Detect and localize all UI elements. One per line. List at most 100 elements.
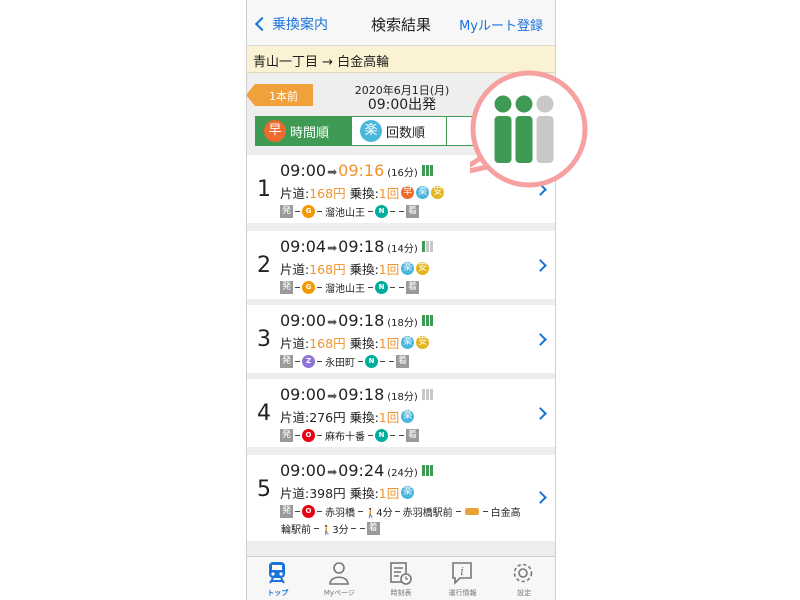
path-connector <box>317 211 322 212</box>
path-connector <box>368 211 373 212</box>
crowding-person-mark <box>425 389 429 400</box>
arrival-time: 09:18 <box>338 385 385 404</box>
result-row[interactable]: 5 09:00➡09:24 (24分) 片道: 398円 乗換: 1回楽発 O 赤羽橋 🚶4分 赤羽… <box>247 455 555 541</box>
transfer-count: 1回 <box>378 262 400 277</box>
cheap-badge-icon: 安 <box>431 186 445 199</box>
line-symbol-icon: N <box>375 205 388 218</box>
crowding-icon <box>421 465 434 476</box>
cheap-badge-icon: 安 <box>416 336 430 349</box>
arrow-right-icon: ➡ <box>327 165 338 179</box>
line-symbol-icon: N <box>375 281 388 294</box>
trip-duration: (18分) <box>387 392 418 403</box>
previous-train-button[interactable]: 1本前 <box>247 84 313 106</box>
easy-badge-icon: 楽 <box>401 410 415 423</box>
myroute-register-button[interactable]: Myルート登録 <box>459 15 543 34</box>
trip-duration: (14分) <box>387 244 418 255</box>
tab-sort-by-time-label: 時間順 <box>290 125 330 141</box>
tabbar-item-service-info[interactable]: i 運行情報 <box>432 557 494 600</box>
path-connector <box>358 511 363 512</box>
crowding-person-mark <box>421 389 425 400</box>
crowding-level-icon <box>494 95 554 163</box>
result-number: 2 <box>257 253 271 278</box>
crowding-icon <box>421 165 434 176</box>
arrival-time: 09:24 <box>338 461 385 480</box>
arrow-right-icon: ➡ <box>327 389 338 403</box>
result-row[interactable]: 2 09:04➡09:18 (14分) 片道: 168円 乗換: 1回楽安発 G 溜池山王 N 着 <box>247 231 555 299</box>
fare-label: 片道: <box>280 486 310 501</box>
trip-duration: (24分) <box>387 468 418 479</box>
path-connector <box>295 287 300 288</box>
crowding-person-mark <box>421 315 425 326</box>
crowding-person-mark <box>421 241 425 252</box>
arrow-right-icon: ➡ <box>327 465 338 479</box>
tabbar-item-label: 設定 <box>517 589 532 597</box>
fare-value: 168円 <box>309 186 346 201</box>
route-path: 発 O 麻布十番 N 着 <box>280 428 419 443</box>
chevron-right-icon <box>534 259 547 272</box>
easy-badge-icon: 楽 <box>416 186 430 199</box>
path-connector <box>390 211 395 212</box>
crowding-icon <box>421 241 434 252</box>
crowding-person-mark <box>429 241 433 252</box>
result-row[interactable]: 3 09:00➡09:18 (18分) 片道: 168円 乗換: 1回楽安発 Z 永田町 N 着 <box>247 305 555 373</box>
line-symbol-icon: O <box>302 429 315 442</box>
path-connector <box>359 528 365 529</box>
tabbar-item-label: Myページ <box>323 589 355 597</box>
departure-marker: 発 <box>280 281 293 294</box>
path-connector <box>390 435 395 436</box>
station-name: 赤羽橋 <box>325 508 355 519</box>
fare-value: 276円 <box>309 410 346 425</box>
tabbar-item-label: 時刻表 <box>390 589 412 597</box>
chevron-left-icon <box>254 16 270 32</box>
route-path: 発 G 溜池山王 N 着 <box>280 280 419 295</box>
fare-label: 片道: <box>280 186 310 201</box>
arrival-time: 09:16 <box>338 161 385 180</box>
station-name: 輪駅前 <box>281 525 311 536</box>
result-row[interactable]: 4 09:00➡09:18 (18分) 片道: 276円 乗換: 1回楽発 O 麻布十番 N 着 <box>247 379 555 447</box>
tab-sort-by-transfers[interactable]: 楽 回数順 <box>351 116 447 146</box>
path-connector <box>317 511 322 512</box>
fare-label: 片道: <box>280 410 310 425</box>
departure-time: 09:00 <box>280 161 327 180</box>
route-path-continued: 輪駅前 🚶3分 着 <box>280 521 380 536</box>
tabbar-item-mypage[interactable]: Myページ <box>309 557 371 600</box>
crowding-person-mark <box>425 165 429 176</box>
back-button[interactable]: 乗換案内 <box>253 13 328 35</box>
easy-badge-icon: 楽 <box>401 486 415 499</box>
crowding-person-mark <box>429 315 433 326</box>
tabbar-item-label: 運行情報 <box>448 589 477 597</box>
arrival-marker: 着 <box>406 205 419 218</box>
tabbar-item-settings[interactable]: 設定 <box>493 557 555 600</box>
result-times: 09:04➡09:18 (14分) <box>280 237 434 256</box>
crowding-person-mark <box>421 465 425 476</box>
back-button-label: 乗換案内 <box>272 17 328 33</box>
easy-badge-icon: 楽 <box>401 262 415 275</box>
transfer-count: 1回 <box>378 486 400 501</box>
tabbar-item-timetable[interactable]: 時刻表 <box>370 557 432 600</box>
station-name: 永田町 <box>325 358 355 369</box>
route-path: 発 O 赤羽橋 🚶4分 赤羽橋駅前 白金高 <box>280 504 522 519</box>
fare-line: 片道: 168円 乗換: 1回楽安 <box>280 333 430 352</box>
trip-duration: (18分) <box>387 318 418 329</box>
transfer-label: 乗換: <box>349 486 379 501</box>
path-connector <box>295 361 300 362</box>
departure-time: 09:00 <box>280 311 327 330</box>
search-time: 09:00出発 <box>367 97 437 113</box>
station-name: 赤羽橋駅前 <box>402 508 453 519</box>
result-times: 09:00➡09:18 (18分) <box>280 385 434 404</box>
tabbar-item-top[interactable]: トップ <box>247 557 309 600</box>
crowding-icon <box>421 315 434 326</box>
path-connector <box>368 287 373 288</box>
line-symbol-icon: N <box>375 429 388 442</box>
bus-icon <box>464 508 479 515</box>
path-connector <box>317 287 322 288</box>
arrival-time: 09:18 <box>338 311 385 330</box>
sort-tabs: 早 時間順 楽 回数順 <box>255 116 495 146</box>
crowding-icon <box>421 389 434 400</box>
station-name: 麻布十番 <box>325 432 365 443</box>
fare-label: 片道: <box>280 336 310 351</box>
result-number: 3 <box>257 327 271 352</box>
tab-sort-by-time[interactable]: 早 時間順 <box>255 116 351 146</box>
arrival-marker: 着 <box>366 522 380 535</box>
crowding-person-mark <box>425 315 429 326</box>
